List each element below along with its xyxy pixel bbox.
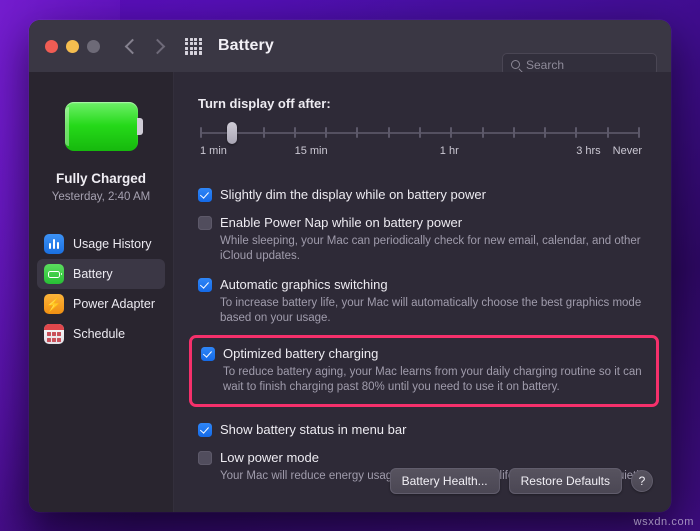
slider-tick-labels: 1 min 15 min 1 hr 3 hrs Never bbox=[200, 145, 642, 163]
help-button[interactable]: ? bbox=[631, 470, 653, 492]
forward-arrow-icon[interactable] bbox=[149, 38, 166, 54]
sidebar-item-battery[interactable]: Battery bbox=[37, 259, 165, 289]
traffic-lights bbox=[45, 39, 100, 53]
sidebar-item-label: Usage History bbox=[73, 237, 152, 251]
window-body: Fully Charged Yesterday, 2:40 AM Usage H… bbox=[29, 72, 671, 512]
back-arrow-icon[interactable] bbox=[124, 38, 141, 54]
sidebar-item-label: Power Adapter bbox=[73, 297, 155, 311]
charge-status-subtitle: Yesterday, 2:40 AM bbox=[51, 191, 151, 203]
zoom-button[interactable] bbox=[87, 39, 100, 53]
restore-defaults-button[interactable]: Restore Defaults bbox=[508, 468, 622, 494]
option-label: Slightly dim the display while on batter… bbox=[220, 187, 486, 202]
slider-tick-label: 1 hr bbox=[439, 145, 459, 157]
sidebar-nav: Usage History Battery ⚡ Power Adapter Sc… bbox=[29, 229, 173, 349]
option-label: Enable Power Nap while on battery power bbox=[220, 215, 463, 230]
option-label: Low power mode bbox=[220, 450, 319, 465]
sidebar-item-schedule[interactable]: Schedule bbox=[37, 319, 165, 349]
option-description: To increase battery life, your Mac will … bbox=[220, 297, 642, 324]
charge-status-title: Fully Charged bbox=[55, 171, 146, 186]
checkbox[interactable] bbox=[198, 451, 212, 465]
option-optimized-battery-charging[interactable]: Optimized battery charging bbox=[201, 346, 648, 361]
option-description: To reduce battery aging, your Mac learns… bbox=[223, 366, 642, 393]
slider-ticks bbox=[200, 127, 640, 139]
sidebar-item-label: Schedule bbox=[73, 327, 126, 341]
slider-tick-label: Never bbox=[612, 145, 642, 157]
option-description: While sleeping, your Mac can periodicall… bbox=[220, 235, 641, 262]
grid-icon[interactable] bbox=[185, 37, 202, 55]
option-label: Automatic graphics switching bbox=[220, 277, 388, 292]
display-sleep-slider[interactable]: 1 min 15 min 1 hr 3 hrs Never bbox=[200, 122, 642, 163]
options-list: Slightly dim the display while on batter… bbox=[189, 187, 659, 484]
page-title: Battery bbox=[218, 37, 274, 54]
battery-full-icon bbox=[29, 88, 173, 159]
system-preferences-window: Battery Search Fully Charged Yesterday, … bbox=[29, 20, 671, 512]
close-button[interactable] bbox=[45, 39, 58, 53]
sidebar: Fully Charged Yesterday, 2:40 AM Usage H… bbox=[29, 72, 174, 512]
calendar-icon bbox=[44, 324, 64, 344]
checkbox[interactable] bbox=[201, 347, 215, 361]
sidebar-item-usage-history[interactable]: Usage History bbox=[37, 229, 165, 259]
display-off-label: Turn display off after: bbox=[198, 96, 331, 111]
slider-tick-label: 15 min bbox=[294, 145, 328, 157]
content-panel: Turn display off after: 1 min 15 min 1 hr 3… bbox=[174, 72, 671, 512]
checkbox[interactable] bbox=[198, 423, 212, 437]
slider-tick-label: 3 hrs bbox=[576, 145, 601, 157]
footer-buttons: Battery Health... Restore Defaults ? bbox=[389, 468, 653, 494]
option-show-battery-status[interactable]: Show battery status in menu bar bbox=[198, 422, 653, 437]
lightning-bolt-icon: ⚡ bbox=[44, 294, 64, 314]
option-power-nap[interactable]: Enable Power Nap while on battery power bbox=[198, 215, 653, 230]
battery-health-button[interactable]: Battery Health... bbox=[389, 468, 500, 494]
bar-chart-icon bbox=[44, 234, 64, 254]
option-label: Show battery status in menu bar bbox=[220, 422, 407, 437]
option-low-power-mode[interactable]: Low power mode bbox=[198, 450, 653, 465]
checkbox[interactable] bbox=[198, 188, 212, 202]
sidebar-item-label: Battery bbox=[73, 267, 113, 281]
highlight-box-optimized-battery-charging: Optimized battery charging To reduce bat… bbox=[189, 335, 659, 407]
minimize-button[interactable] bbox=[66, 39, 79, 53]
checkbox[interactable] bbox=[198, 278, 212, 292]
search-placeholder: Search bbox=[526, 57, 565, 72]
watermark: wsxdn.com bbox=[633, 516, 694, 528]
checkbox[interactable] bbox=[198, 216, 212, 230]
option-label: Optimized battery charging bbox=[223, 346, 379, 361]
slider-thumb[interactable] bbox=[227, 122, 238, 144]
navigation-buttons bbox=[124, 38, 166, 54]
slider-tick-label: 1 min bbox=[200, 145, 227, 157]
slider-track[interactable] bbox=[200, 122, 640, 144]
sidebar-item-power-adapter[interactable]: ⚡ Power Adapter bbox=[37, 289, 165, 319]
option-automatic-graphics-switching[interactable]: Automatic graphics switching bbox=[198, 277, 653, 292]
window-titlebar: Battery Search bbox=[29, 20, 671, 76]
search-icon bbox=[511, 60, 520, 69]
battery-icon bbox=[44, 264, 64, 284]
option-slightly-dim[interactable]: Slightly dim the display while on batter… bbox=[198, 187, 653, 202]
